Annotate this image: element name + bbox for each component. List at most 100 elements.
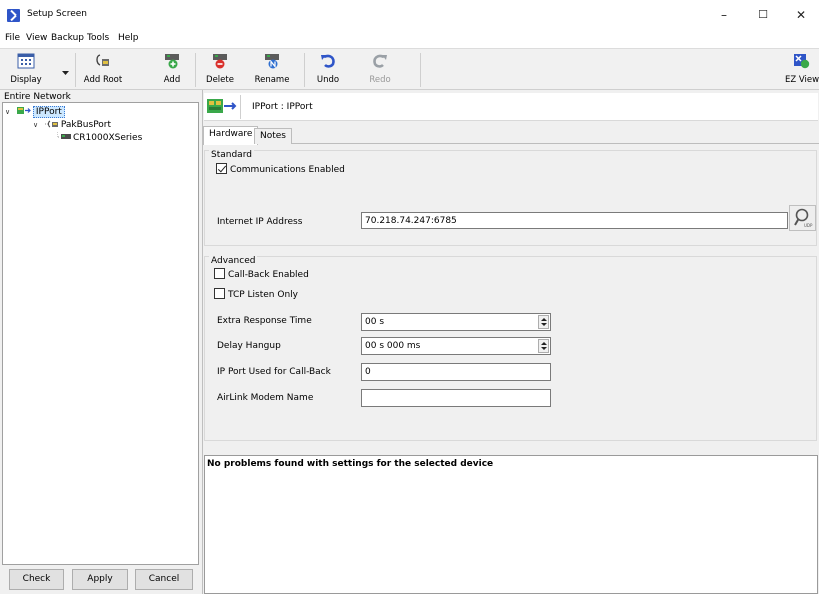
delay-hangup-value: 00 s 000 ms	[365, 341, 421, 351]
apply-button[interactable]: Apply	[72, 569, 128, 590]
delay-hangup-label: Delay Hangup	[217, 341, 281, 351]
ip-port-callback-field[interactable]: 0	[361, 363, 551, 381]
tree-item-pakbusport[interactable]: ∨ PakBusPort	[33, 119, 111, 132]
check-button[interactable]: Check	[9, 569, 64, 590]
add-button[interactable]: Add	[155, 52, 189, 88]
checkbox-unchecked-icon	[214, 288, 225, 299]
redo-icon	[373, 54, 387, 68]
tcp-listen-label: TCP Listen Only	[228, 290, 298, 300]
add-root-label: Add Root	[83, 75, 123, 85]
redo-label: Redo	[369, 75, 391, 85]
cancel-button[interactable]: Cancel	[135, 569, 193, 590]
tree-item-ipport[interactable]: ∨ IPPort	[5, 106, 65, 119]
ip-address-value: 70.218.74.247:6785	[365, 216, 457, 226]
minimize-button[interactable]: –	[715, 7, 733, 23]
problems-panel: No problems found with settings for the …	[204, 455, 818, 594]
undo-button[interactable]: Undo	[311, 52, 345, 88]
delay-hangup-field[interactable]: 00 s 000 ms	[361, 337, 551, 355]
maximize-button[interactable]: ☐	[754, 7, 772, 23]
menu-help[interactable]: Help	[118, 33, 139, 43]
tcp-listen-checkbox[interactable]: TCP Listen Only	[214, 288, 298, 300]
airlink-modem-name-input[interactable]	[365, 390, 550, 406]
datalogger-icon	[57, 132, 71, 139]
toolbar-separator	[420, 53, 421, 87]
close-button[interactable]: ✕	[792, 7, 810, 23]
display-dropdown-icon[interactable]	[62, 71, 69, 76]
collapse-chevron-icon[interactable]: ∨	[5, 106, 14, 119]
callback-enabled-checkbox[interactable]: Call-Back Enabled	[214, 268, 309, 280]
rename-device-icon	[265, 54, 279, 69]
undo-label: Undo	[316, 75, 340, 85]
delete-button[interactable]: Delete	[203, 52, 237, 88]
redo-button[interactable]: Redo	[363, 52, 397, 88]
toolbar: Display Add Root Add Delete Rename Undo …	[0, 48, 819, 90]
ez-view-label: EZ View	[785, 75, 819, 85]
communications-enabled-checkbox[interactable]: Communications Enabled	[216, 163, 345, 175]
device-settings-pane: IPPort : IPPort Hardware Notes Standard …	[203, 90, 819, 594]
menu-backup[interactable]: Backup	[51, 33, 84, 43]
standard-group: Standard Communications Enabled Internet…	[204, 150, 817, 246]
device-header: IPPort : IPPort	[204, 93, 818, 121]
ipport-icon	[16, 107, 31, 114]
title-bar: Setup Screen – ☐ ✕	[0, 0, 819, 30]
window-title: Setup Screen	[27, 9, 87, 19]
device-title: IPPort : IPPort	[252, 102, 313, 112]
toolbar-separator	[75, 53, 76, 87]
add-label: Add	[163, 75, 181, 85]
delay-hangup-spinner[interactable]	[538, 339, 549, 353]
extra-response-spinner[interactable]	[538, 315, 549, 329]
tree-item-label: PakBusPort	[60, 120, 112, 130]
network-pane: Entire Network ∨ IPPort ∨ PakBusPort CR1…	[0, 90, 203, 594]
delete-label: Delete	[206, 75, 234, 85]
network-header: Entire Network	[4, 92, 71, 102]
callback-enabled-label: Call-Back Enabled	[228, 270, 309, 280]
ip-address-field[interactable]: 70.218.74.247:6785	[361, 212, 788, 229]
toolbar-separator	[195, 53, 196, 87]
undo-icon	[321, 54, 335, 68]
tree-item-label: IPPort	[32, 106, 65, 118]
extra-response-label: Extra Response Time	[217, 316, 312, 326]
magnifier-icon: UDP	[794, 208, 813, 228]
menu-view[interactable]: View	[26, 33, 47, 43]
menu-tools[interactable]: Tools	[87, 33, 109, 43]
checkbox-unchecked-icon	[214, 268, 225, 279]
advanced-group: Advanced Call-Back Enabled TCP Listen On…	[204, 256, 817, 441]
toolbar-separator	[304, 53, 305, 87]
extra-response-field[interactable]: 00 s	[361, 313, 551, 331]
collapse-chevron-icon[interactable]: ∨	[33, 119, 42, 132]
ez-view-button[interactable]: EZ View	[785, 52, 819, 88]
problems-message: No problems found with settings for the …	[207, 459, 494, 469]
svg-text:UDP: UDP	[804, 223, 813, 228]
tab-hardware[interactable]: Hardware	[203, 126, 259, 145]
display-grid-icon	[17, 53, 35, 69]
checkbox-checked-icon	[216, 163, 227, 174]
airlink-modem-name-field[interactable]	[361, 389, 551, 407]
extra-response-value: 00 s	[365, 317, 385, 327]
ip-port-callback-label: IP Port Used for Call-Back	[217, 367, 331, 377]
app-icon	[7, 9, 20, 22]
ip-lookup-button[interactable]: UDP	[789, 205, 816, 231]
rename-label: Rename	[254, 75, 290, 85]
pakbus-port-icon	[44, 120, 58, 128]
network-tree[interactable]: ∨ IPPort ∨ PakBusPort CR1000XSeries	[2, 102, 199, 565]
tree-item-cr1000xseries[interactable]: CR1000XSeries	[57, 132, 142, 145]
ez-view-icon	[794, 54, 810, 69]
standard-group-title: Standard	[209, 150, 254, 160]
delete-device-icon	[213, 54, 227, 69]
display-label: Display	[10, 75, 42, 85]
add-root-button[interactable]: Add Root	[80, 52, 126, 88]
add-root-icon	[96, 54, 109, 66]
tab-notes[interactable]: Notes	[254, 128, 292, 144]
ipport-device-icon	[207, 99, 237, 113]
settings-tabs: Hardware Notes	[203, 126, 819, 145]
communications-enabled-label: Communications Enabled	[230, 165, 345, 175]
menu-file[interactable]: File	[5, 33, 20, 43]
display-button[interactable]: Display	[4, 52, 48, 88]
menu-bar: File View Backup Tools Help	[0, 30, 819, 48]
ip-port-callback-value: 0	[365, 367, 371, 377]
header-separator	[240, 95, 241, 119]
add-device-icon	[165, 54, 179, 69]
ip-address-label: Internet IP Address	[217, 217, 303, 227]
advanced-group-title: Advanced	[209, 256, 258, 266]
rename-button[interactable]: Rename	[252, 52, 292, 88]
